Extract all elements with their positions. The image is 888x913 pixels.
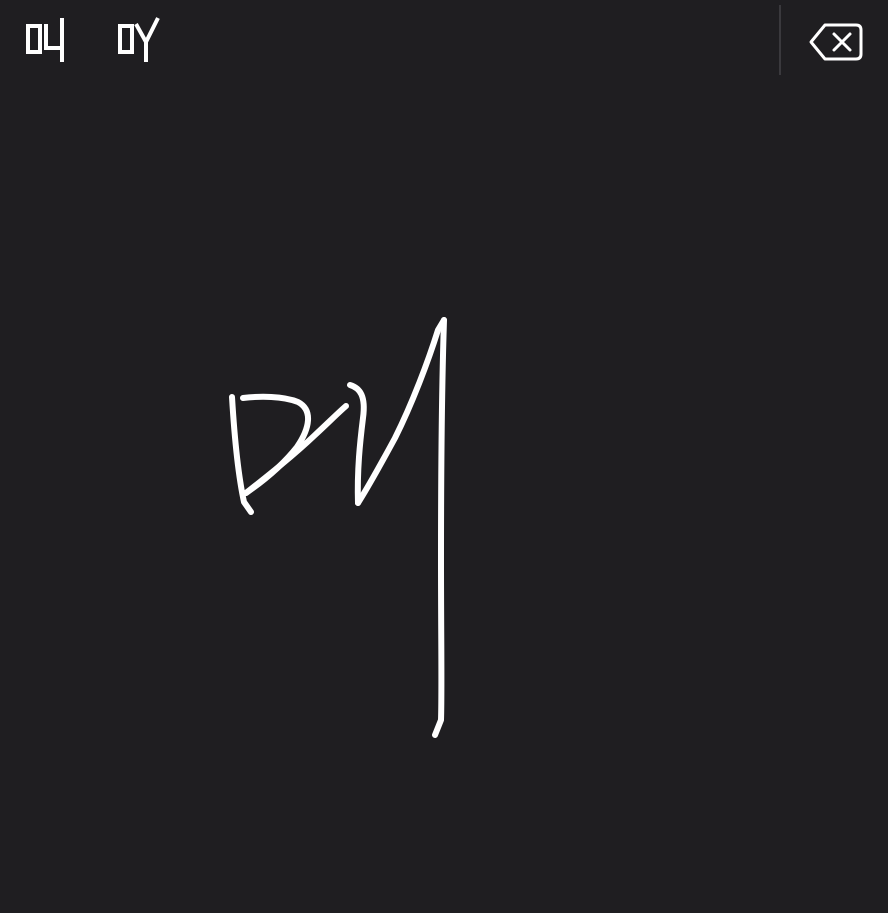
candidate-2-glyph [118,17,160,62]
handwriting-strokes [229,317,447,738]
backspace-x-icon [809,23,863,61]
delete-button[interactable] [800,14,872,70]
handwriting-canvas[interactable] [0,80,888,913]
stroke-4 [347,382,367,506]
candidate-bar: 머 머 [0,0,888,80]
candidate-2[interactable]: 머 [112,14,168,66]
stroke-6 [432,317,447,738]
candidate-1-glyph [26,18,64,62]
stroke-3 [243,403,349,496]
stroke-2 [240,393,311,496]
candidate-1[interactable]: 머 [20,14,72,66]
bar-divider [779,5,781,75]
stroke-5 [355,317,447,506]
